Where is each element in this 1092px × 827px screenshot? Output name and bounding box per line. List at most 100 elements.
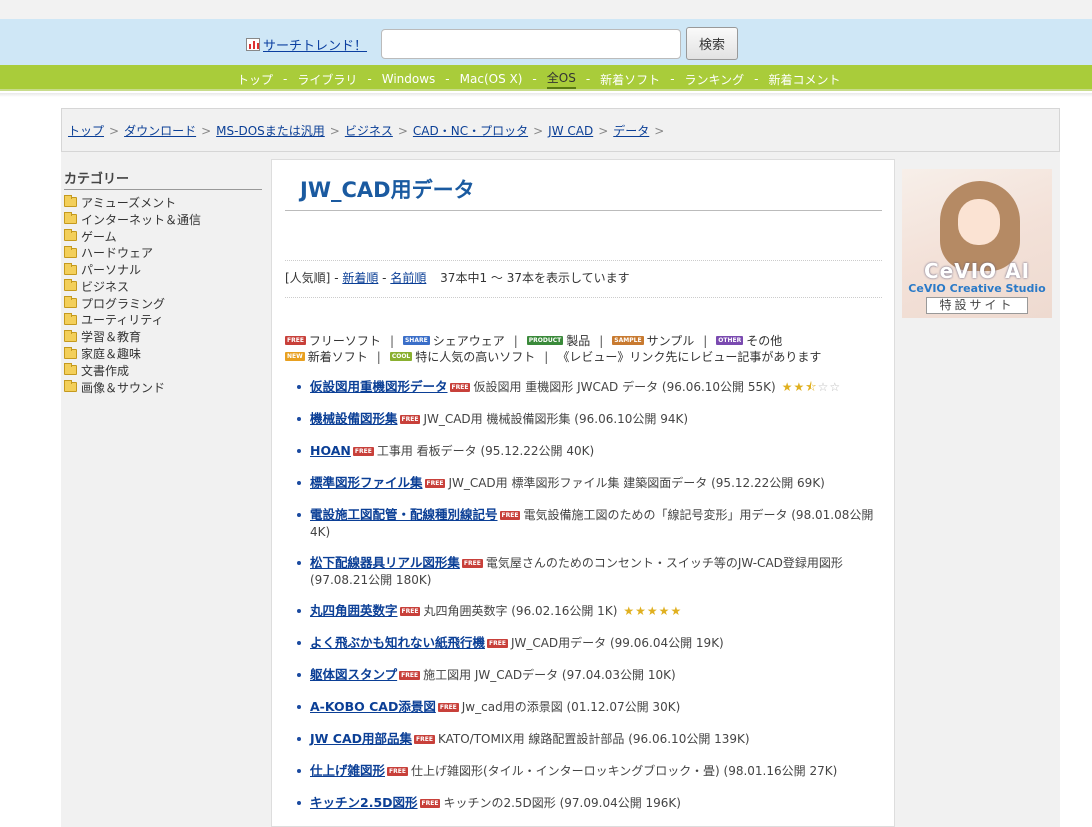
nav-link[interactable]: ライブラリ (297, 71, 357, 88)
sidebar-item[interactable]: アミューズメント (64, 194, 262, 211)
sidebar-item[interactable]: ゲーム (64, 228, 262, 245)
software-item: 仮設図用重機図形データ FREE 仮設図用 重機図形 JWCAD データ (96.0… (293, 378, 883, 410)
sidebar-item[interactable]: ハードウェア (64, 244, 262, 261)
search-trend-link[interactable]: サーチトレンド！ (263, 35, 367, 54)
breadcrumb-item[interactable]: ビジネス > (345, 122, 413, 139)
sidebar-item-label[interactable]: アミューズメント (81, 194, 176, 211)
software-item: 松下配線器具リアル図形集 FREE 電気屋さんのためのコンセント・スイッチ等のJW-… (293, 554, 883, 602)
legend-new: 新着ソフト (307, 350, 368, 364)
folder-icon (64, 312, 77, 325)
software-title-link[interactable]: 躯体図スタンプ (310, 667, 397, 682)
nav-item-new-comments[interactable]: - 新着コメント (744, 71, 840, 88)
sidebar-item-label[interactable]: インターネット＆通信 (81, 211, 201, 228)
nav-link[interactable]: ランキング (685, 71, 745, 88)
breadcrumb-item[interactable]: MS-DOSまたは汎用 > (216, 122, 345, 139)
search-input[interactable] (381, 29, 681, 59)
software-title-link[interactable]: HOAN (310, 443, 351, 458)
breadcrumb-item[interactable]: JW CAD > (548, 124, 613, 138)
nav-link[interactable]: トップ (237, 71, 273, 88)
software-title-link[interactable]: JW CAD用部品集 (310, 731, 412, 746)
software-desc: 仕上げ雑図形(タイル・インターロッキングブロック・畳) (98.01.16公開 … (410, 764, 838, 778)
chevron-right-icon: > (654, 123, 665, 138)
nav-link[interactable]: 新着コメント (769, 71, 841, 88)
nav-item-new-software[interactable]: - 新着ソフト (576, 71, 660, 88)
software-desc: Jw_cad用の添景図 (01.12.07公開 30K) (461, 700, 681, 714)
breadcrumb-link[interactable]: ビジネス (345, 122, 393, 139)
sidebar-item[interactable]: プログラミング (64, 295, 262, 312)
sidebar-item[interactable]: ユーティリティ (64, 312, 262, 329)
software-title-link[interactable]: 電設施工図配管・配線種別線記号 (310, 507, 498, 522)
ad-site-button[interactable]: 特設サイト (926, 297, 1028, 314)
sidebar-item-label[interactable]: ビジネス (81, 278, 129, 295)
folder-icon (64, 279, 77, 292)
software-item: 仕上げ雑図形 FREE 仕上げ雑図形(タイル・インターロッキングブロック・畳) (9… (293, 762, 883, 794)
software-title-link[interactable]: A-KOBO CAD添景図 (310, 699, 436, 714)
sidebar-item[interactable]: 学習＆教育 (64, 328, 262, 345)
nav-item-ranking[interactable]: - ランキング (660, 71, 744, 88)
ad-brand: CeVIO AI (923, 259, 1031, 283)
nav-link[interactable]: 新着ソフト (600, 71, 660, 88)
sidebar-item-label[interactable]: ユーティリティ (81, 311, 164, 328)
nav-item-library[interactable]: - ライブラリ (273, 71, 357, 88)
breadcrumb-link[interactable]: JW CAD (548, 124, 593, 138)
software-title-link[interactable]: よく飛ぶかも知れない紙飛行機 (310, 635, 485, 650)
nav-link[interactable]: 全OS (546, 69, 576, 89)
sidebar-item-label[interactable]: ゲーム (81, 228, 117, 245)
sidebar-item-label[interactable]: 家庭＆趣味 (81, 345, 141, 362)
sidebar-item[interactable]: 画像＆サウンド (64, 379, 262, 396)
sidebar-item-label[interactable]: 学習＆教育 (81, 328, 141, 345)
nav-link[interactable]: Mac(OS X) (460, 72, 523, 86)
ad-banner[interactable]: CeVIO AI CeVIO Creative Studio 特設サイト (902, 169, 1052, 318)
sidebar-item[interactable]: インターネット＆通信 (64, 211, 262, 228)
nav-item-mac[interactable]: - Mac(OS X) (435, 72, 522, 86)
software-desc: JW_CAD用 標準図形ファイル集 建築図面データ (95.12.22公開 69… (448, 476, 825, 490)
breadcrumb-item[interactable]: CAD・NC・プロッタ > (413, 122, 548, 139)
breadcrumb-link[interactable]: MS-DOSまたは汎用 (216, 122, 325, 139)
software-desc: 丸四角囲英数字 (96.02.16公開 1K) (423, 604, 618, 618)
breadcrumb-item[interactable]: データ > (613, 122, 669, 139)
search-button[interactable]: 検索 (686, 27, 738, 60)
sidebar-item-label[interactable]: 文書作成 (81, 362, 129, 379)
nav-shadow (0, 93, 1092, 97)
sidebar-item[interactable]: パーソナル (64, 261, 262, 278)
breadcrumb-item[interactable]: トップ > (68, 122, 124, 139)
software-title-link[interactable]: 仕上げ雑図形 (310, 763, 385, 778)
search-trend[interactable]: サーチトレンド！ (246, 35, 367, 54)
legend-popular: 特に人気の高いソフト (415, 350, 536, 364)
software-title-link[interactable]: 松下配線器具リアル図形集 (310, 555, 460, 570)
nav-link[interactable]: Windows (382, 72, 436, 86)
software-title-link[interactable]: 機械設備図形集 (310, 411, 398, 426)
folder-icon (64, 380, 77, 393)
empty-star-icon: ☆ (817, 380, 830, 394)
sidebar-item[interactable]: 家庭＆趣味 (64, 345, 262, 362)
breadcrumb-link[interactable]: ダウンロード (124, 122, 196, 139)
sidebar-item[interactable]: 文書作成 (64, 362, 262, 379)
folder-icon (64, 228, 77, 241)
half-star-icon: ⯪ (805, 380, 818, 394)
sidebar-item-label[interactable]: プログラミング (81, 295, 165, 312)
breadcrumb-link[interactable]: データ (613, 122, 649, 139)
sort-newest-link[interactable]: 新着順 (342, 271, 378, 285)
breadcrumb-link[interactable]: CAD・NC・プロッタ (413, 122, 528, 139)
legend-shareware: シェアウェア (432, 334, 505, 348)
breadcrumb-link[interactable]: トップ (68, 122, 104, 139)
nav-item-windows[interactable]: - Windows (357, 72, 435, 86)
legend-review: 《レビュー》リンク先にレビュー記事があります (557, 350, 822, 364)
free-badge-icon: FREE (437, 703, 459, 712)
sidebar-item-label[interactable]: 画像＆サウンド (81, 379, 165, 396)
breadcrumb-item[interactable]: ダウンロード > (124, 122, 216, 139)
chevron-right-icon: > (329, 123, 340, 138)
software-desc: KATO/TOMIX用 線路配置設計部品 (96.06.10公開 139K) (437, 732, 750, 746)
sort-name-link[interactable]: 名前順 (390, 271, 426, 285)
sidebar-item[interactable]: ビジネス (64, 278, 262, 295)
software-desc: 工事用 看板データ (95.12.22公開 40K) (376, 444, 595, 458)
sidebar-item-label[interactable]: ハードウェア (81, 244, 153, 261)
software-title-link[interactable]: 仮設図用重機図形データ (310, 379, 448, 394)
nav-item-top[interactable]: トップ (237, 71, 273, 88)
star-rating: ★★⯪☆☆ (782, 380, 841, 394)
software-title-link[interactable]: 標準図形ファイル集 (310, 475, 423, 490)
sidebar-item-label[interactable]: パーソナル (81, 261, 141, 278)
nav-item-all-os[interactable]: - 全OS (522, 69, 576, 89)
software-title-link[interactable]: キッチン2.5D図形 (310, 795, 418, 810)
software-title-link[interactable]: 丸四角囲英数字 (310, 603, 398, 618)
